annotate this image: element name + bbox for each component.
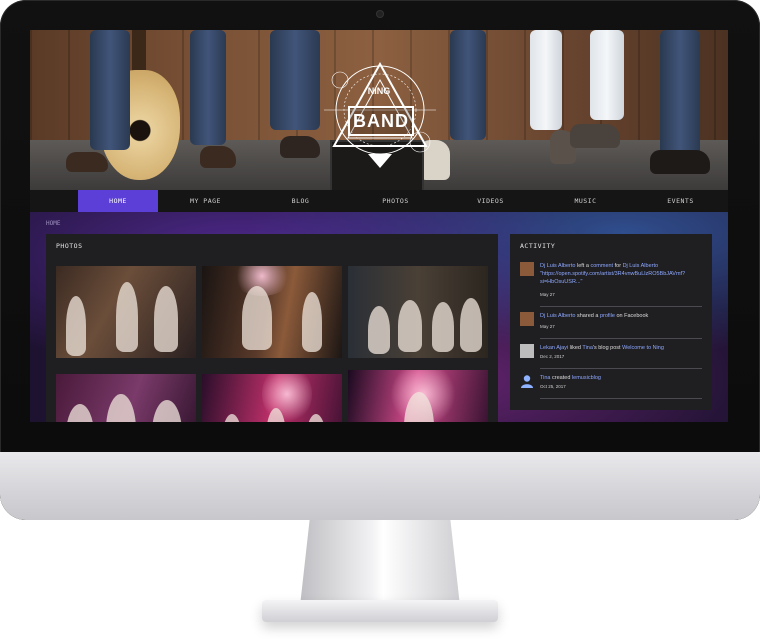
photo-thumbnail[interactable] xyxy=(56,374,196,422)
photo-figure xyxy=(306,414,326,422)
photo-thumbnail[interactable] xyxy=(348,370,488,422)
object-link[interactable]: lemusicblog xyxy=(572,375,601,381)
person-legs xyxy=(530,30,562,130)
nav-music[interactable]: MUSIC xyxy=(538,190,633,212)
person-legs xyxy=(90,30,130,150)
object-link[interactable]: profile xyxy=(600,313,615,319)
monitor-stand xyxy=(300,520,460,606)
camera-icon xyxy=(376,10,384,18)
nav-my-page[interactable]: MY PAGE xyxy=(158,190,253,212)
avatar[interactable] xyxy=(520,262,534,276)
activity-verb: left a xyxy=(577,263,589,269)
shoe xyxy=(570,124,620,148)
photo-figure xyxy=(152,400,182,422)
photo-figure xyxy=(398,300,422,352)
activity-date: May 27 xyxy=(540,292,555,297)
person-legs xyxy=(190,30,226,145)
nav-home[interactable]: HOME xyxy=(78,190,158,212)
photo-figure xyxy=(66,296,86,356)
photo-thumbnail[interactable] xyxy=(348,266,488,358)
activity-title: ACTIVITY xyxy=(520,242,556,250)
actor-link[interactable]: Dj Luis Alberto xyxy=(540,263,575,269)
photos-title: PHOTOS xyxy=(56,242,83,250)
photo-figure xyxy=(242,286,272,350)
divider xyxy=(540,306,702,307)
user-icon[interactable] xyxy=(520,374,534,388)
header-banner: NING BAND xyxy=(30,30,728,194)
divider xyxy=(540,368,702,369)
divider xyxy=(540,398,702,399)
activity-date: Dec 2, 2017 xyxy=(540,354,565,359)
shoe xyxy=(200,146,236,168)
activity-text: Tina created lemusicblog xyxy=(540,374,700,382)
actor-link[interactable]: Dj Luis Alberto xyxy=(540,313,575,319)
main-nav: HOME MY PAGE BLOG PHOTOS VIDEOS MUSIC EV… xyxy=(30,190,728,212)
avatar[interactable] xyxy=(520,312,534,326)
actor-link[interactable]: Lekan Ajayi xyxy=(540,345,568,351)
activity-quote[interactable]: "https://open.spotify.com/artist/3R4vnwB… xyxy=(540,271,685,285)
activity-verb: shared a xyxy=(577,313,599,319)
photo-thumbnail[interactable] xyxy=(202,374,342,422)
monitor-chin xyxy=(0,452,760,520)
nav-videos[interactable]: VIDEOS xyxy=(443,190,538,212)
photo-figure xyxy=(460,298,482,352)
person-legs xyxy=(590,30,624,120)
activity-verb: created xyxy=(552,375,571,381)
shoe xyxy=(66,152,108,172)
activity-date: May 27 xyxy=(540,324,555,329)
photo-figure xyxy=(302,292,322,352)
nav-blog[interactable]: BLOG xyxy=(253,190,348,212)
avatar[interactable] xyxy=(520,344,534,358)
photo-figure xyxy=(154,286,178,352)
activity-panel: ACTIVITY Dj Luis Alberto left a comment … xyxy=(510,234,712,410)
photo-figure xyxy=(116,282,138,352)
photo-figure xyxy=(106,394,136,422)
activity-date: Oct 25, 2017 xyxy=(540,384,566,389)
target-link[interactable]: Welcome to Ning xyxy=(622,345,664,351)
screen: NING BAND HOME MY PAGE BLOG PHOTOS VIDEO… xyxy=(30,30,728,422)
photos-panel: PHOTOS xyxy=(46,234,498,422)
breadcrumb[interactable]: HOME xyxy=(46,220,60,227)
shoe xyxy=(280,136,320,158)
activity-verb: liked xyxy=(569,345,581,351)
monitor-base xyxy=(262,600,498,622)
actor-link[interactable]: Tina xyxy=(540,375,551,381)
person-legs xyxy=(660,30,700,160)
object-link[interactable]: Tina xyxy=(582,345,593,351)
activity-text: Dj Luis Alberto left a comment for Dj Lu… xyxy=(540,262,700,286)
activity-prep: on Facebook xyxy=(616,313,649,319)
person-legs xyxy=(270,30,320,130)
activity-text: Lekan Ajayi liked Tina's blog post Welco… xyxy=(540,344,700,352)
monitor-bezel: NING BAND HOME MY PAGE BLOG PHOTOS VIDEO… xyxy=(0,0,760,520)
photo-thumbnail[interactable] xyxy=(56,266,196,358)
target-link[interactable]: Dj Luis Alberto xyxy=(623,263,658,269)
divider xyxy=(540,338,702,339)
logo-title: BAND xyxy=(348,106,414,136)
nav-events[interactable]: EVENTS xyxy=(633,190,728,212)
page-content: HOME PHOTOS ACTIVITY Dj Luis Alberto lef… xyxy=(30,212,728,422)
person-legs xyxy=(450,30,486,140)
photo-figure xyxy=(432,302,454,352)
activity-prep: 's blog post xyxy=(592,345,621,351)
activity-prep: for xyxy=(614,263,622,269)
photo-figure xyxy=(66,404,94,422)
photo-figure xyxy=(368,306,390,354)
object-link[interactable]: comment xyxy=(590,263,613,269)
activity-text: Dj Luis Alberto shared a profile on Face… xyxy=(540,312,700,320)
photo-figure xyxy=(222,414,242,422)
photo-thumbnail[interactable] xyxy=(202,266,342,358)
shoe xyxy=(650,150,710,174)
logo-small-text: NING xyxy=(367,86,391,96)
nav-photos[interactable]: PHOTOS xyxy=(348,190,443,212)
